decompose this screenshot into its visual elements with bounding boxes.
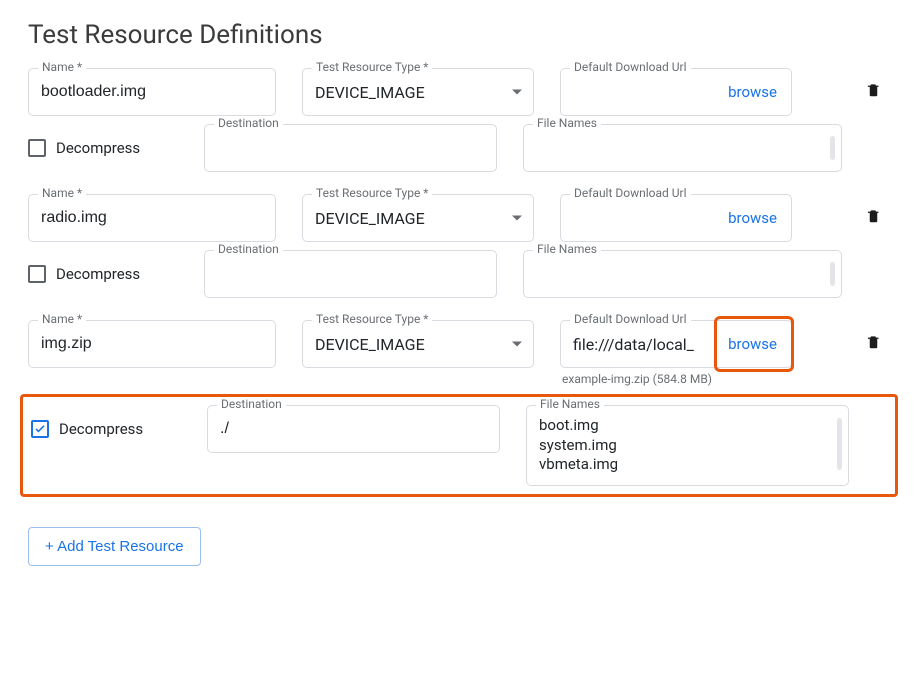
url-label: Default Download Url xyxy=(570,186,691,200)
chevron-down-icon xyxy=(512,90,522,95)
browse-button[interactable]: browse xyxy=(714,83,791,101)
scrollbar[interactable] xyxy=(830,136,835,160)
name-label: Name * xyxy=(38,312,86,326)
highlight-row: Decompress Destination File Names boot.i… xyxy=(20,394,898,497)
type-select[interactable]: DEVICE_IMAGE xyxy=(302,320,534,368)
decompress-label: Decompress xyxy=(56,265,140,283)
url-input[interactable]: file:///data/local_ xyxy=(573,335,714,354)
filenames-label: File Names xyxy=(533,116,601,130)
url-label: Default Download Url xyxy=(570,312,691,326)
trash-icon xyxy=(866,333,881,355)
add-test-resource-button[interactable]: + Add Test Resource xyxy=(28,527,201,566)
chevron-down-icon xyxy=(512,342,522,347)
name-input[interactable] xyxy=(28,68,276,116)
destination-input[interactable] xyxy=(207,405,500,453)
destination-input[interactable] xyxy=(204,124,497,172)
destination-label: Destination xyxy=(214,116,283,130)
decompress-checkbox[interactable] xyxy=(28,139,46,157)
delete-button[interactable] xyxy=(858,68,888,116)
resource-row: Name * Test Resource Type * DEVICE_IMAGE… xyxy=(28,320,888,386)
scrollbar[interactable] xyxy=(830,262,835,286)
delete-button[interactable] xyxy=(858,194,888,242)
browse-button[interactable]: browse xyxy=(714,209,791,227)
name-input[interactable] xyxy=(28,194,276,242)
browse-button[interactable]: browse xyxy=(714,335,791,353)
resource-secondary-row: Decompress Destination File Names xyxy=(28,250,888,298)
destination-input[interactable] xyxy=(204,250,497,298)
filenames-input[interactable] xyxy=(523,124,842,172)
trash-icon xyxy=(866,207,881,229)
url-label: Default Download Url xyxy=(570,60,691,74)
filenames-input[interactable]: boot.img system.img vbmeta.img xyxy=(526,405,849,486)
decompress-label: Decompress xyxy=(56,139,140,157)
destination-label: Destination xyxy=(217,397,286,411)
resource-secondary-row: Decompress Destination File Names xyxy=(28,124,888,172)
type-label: Test Resource Type * xyxy=(312,60,432,74)
resource-row: Name * Test Resource Type * DEVICE_IMAGE… xyxy=(28,68,888,116)
resource-row: Name * Test Resource Type * DEVICE_IMAGE… xyxy=(28,194,888,242)
decompress-checkbox[interactable] xyxy=(28,265,46,283)
type-value: DEVICE_IMAGE xyxy=(315,335,425,354)
type-label: Test Resource Type * xyxy=(312,186,432,200)
name-label: Name * xyxy=(38,60,86,74)
decompress-label: Decompress xyxy=(59,420,143,438)
url-hint: example-img.zip (584.8 MB) xyxy=(560,372,792,386)
trash-icon xyxy=(866,81,881,103)
destination-label: Destination xyxy=(214,242,283,256)
decompress-checkbox[interactable] xyxy=(31,420,49,438)
type-value: DEVICE_IMAGE xyxy=(315,209,425,228)
type-value: DEVICE_IMAGE xyxy=(315,83,425,102)
filenames-label: File Names xyxy=(536,397,604,411)
type-select[interactable]: DEVICE_IMAGE xyxy=(302,194,534,242)
filenames-input[interactable] xyxy=(523,250,842,298)
filenames-label: File Names xyxy=(533,242,601,256)
resource-secondary-row: Decompress Destination File Names boot.i… xyxy=(31,405,885,486)
delete-button[interactable] xyxy=(858,320,888,368)
name-label: Name * xyxy=(38,186,86,200)
type-label: Test Resource Type * xyxy=(312,312,432,326)
name-input[interactable] xyxy=(28,320,276,368)
type-select[interactable]: DEVICE_IMAGE xyxy=(302,68,534,116)
page-title: Test Resource Definitions xyxy=(28,20,888,50)
chevron-down-icon xyxy=(512,216,522,221)
scrollbar[interactable] xyxy=(837,418,842,470)
